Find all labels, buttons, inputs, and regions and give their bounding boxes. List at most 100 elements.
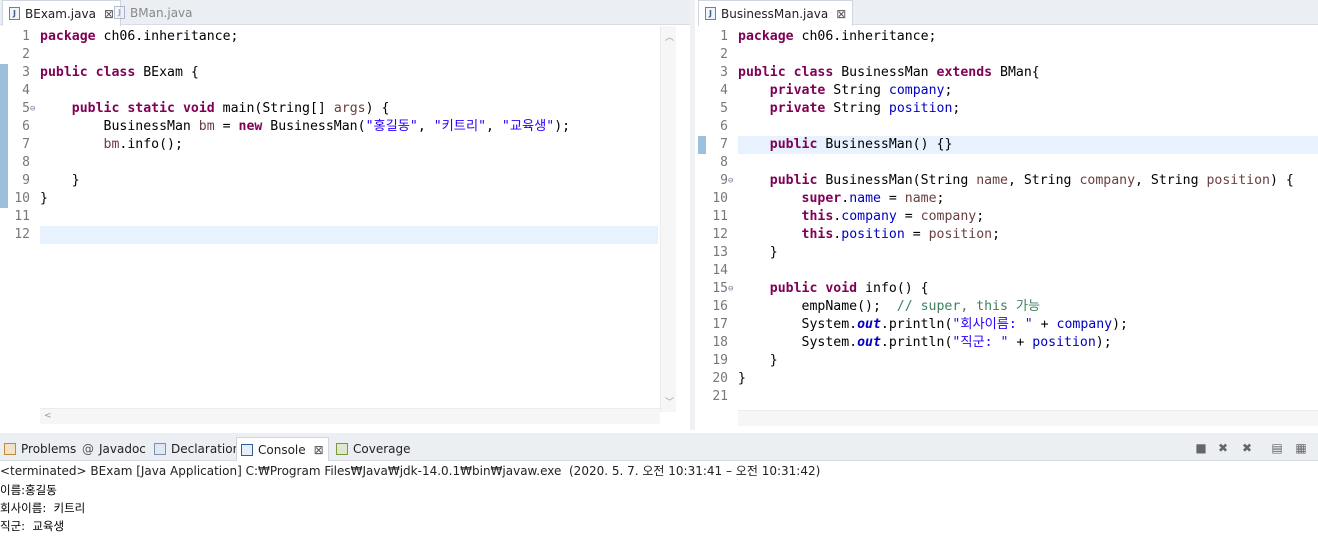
tab-javadoc[interactable]: @ Javadoc xyxy=(78,437,150,461)
code-token: = xyxy=(904,227,929,242)
scroll-left-icon[interactable]: < xyxy=(44,411,52,421)
code-line[interactable]: public void info() { xyxy=(738,280,1318,298)
code-token: bm xyxy=(198,119,215,134)
scroll-up-icon[interactable]: ︿ xyxy=(665,30,674,43)
code-token: = xyxy=(214,119,239,134)
code-line[interactable]: private String position; xyxy=(738,100,1318,118)
code-token: ) { xyxy=(365,101,390,116)
code-line[interactable]: System.out.println("직군: " + position); xyxy=(738,334,1318,352)
tab-bexam-java[interactable]: J BExam.java ⊠ xyxy=(2,0,121,26)
close-icon[interactable]: ⊠ xyxy=(836,7,846,21)
code-line[interactable] xyxy=(738,154,1318,172)
code-line[interactable] xyxy=(738,118,1318,136)
line-number: 8 xyxy=(720,155,728,170)
code-token: BusinessMan xyxy=(40,119,199,134)
code-line[interactable]: this.position = position; xyxy=(738,226,1318,244)
code-line[interactable]: System.out.println("회사이름: " + company); xyxy=(738,316,1318,334)
line-number: 15 xyxy=(712,281,728,296)
code-line[interactable]: public static void main(String[] args) { xyxy=(40,100,658,118)
line-number: 19 xyxy=(712,353,728,368)
code-line[interactable] xyxy=(738,46,1318,64)
terminate-icon[interactable]: ■ xyxy=(1194,441,1208,455)
code-line[interactable]: public BusinessMan(String name, String c… xyxy=(738,172,1318,190)
code-line[interactable] xyxy=(738,262,1318,280)
tab-coverage[interactable]: Coverage xyxy=(332,437,415,461)
code-line[interactable] xyxy=(40,154,658,172)
remove-launch-icon[interactable]: ✖ xyxy=(1216,441,1230,455)
code-line[interactable]: } xyxy=(40,190,658,208)
code-line[interactable]: BusinessMan bm = new BusinessMan("홍길동", … xyxy=(40,118,658,136)
code-token: , xyxy=(417,119,434,134)
code-line[interactable]: public class BExam { xyxy=(40,64,658,82)
code-line[interactable]: private String company; xyxy=(738,82,1318,100)
code-token: // super, this 가능 xyxy=(896,299,1041,314)
code-token: void xyxy=(825,281,858,296)
code-line[interactable]: public BusinessMan() {} xyxy=(738,136,1318,154)
code-token: BExam { xyxy=(135,65,199,80)
declaration-icon xyxy=(154,443,166,455)
remove-all-terminated-icon[interactable]: ✖ xyxy=(1240,441,1254,455)
right-horizontal-scrollbar[interactable] xyxy=(738,410,1318,426)
code-token: + xyxy=(1032,317,1057,332)
code-line[interactable]: package ch06.inheritance; xyxy=(738,28,1318,46)
tab-bman-java[interactable]: J BMan.java xyxy=(108,0,199,25)
tab-declaration[interactable]: Declaration xyxy=(150,437,244,461)
left-vertical-scrollbar[interactable]: ︿ ﹀ xyxy=(660,26,676,412)
tab-label: Console xyxy=(258,442,306,457)
fold-toggle-icon[interactable]: ⊖ xyxy=(728,280,738,298)
code-token: ; xyxy=(944,83,953,98)
terminated-status: <terminated> BExam [Java Application] C:… xyxy=(0,464,821,478)
coverage-icon xyxy=(336,443,348,455)
tab-label: Problems xyxy=(21,442,77,456)
code-line[interactable]: public class BusinessMan extends BMan{ xyxy=(738,64,1318,82)
code-line[interactable] xyxy=(40,208,658,226)
scroll-down-icon[interactable]: ﹀ xyxy=(665,395,674,408)
code-line[interactable] xyxy=(40,82,658,100)
code-token: } xyxy=(40,191,48,206)
code-line[interactable]: } xyxy=(40,172,658,190)
tab-problems[interactable]: Problems xyxy=(0,437,80,461)
code-token: position xyxy=(928,227,993,242)
line-number: 11 xyxy=(14,209,30,224)
clear-console-icon[interactable]: ▤ xyxy=(1270,441,1284,455)
editor-divider[interactable] xyxy=(690,0,695,430)
line-number: 13 xyxy=(712,245,728,260)
code-line[interactable]: } xyxy=(738,244,1318,262)
fold-toggle-icon[interactable]: ⊖ xyxy=(30,100,40,118)
code-token: this xyxy=(801,227,834,242)
code-line[interactable] xyxy=(40,226,658,244)
left-horizontal-scrollbar[interactable]: < xyxy=(40,408,660,424)
code-line[interactable] xyxy=(738,388,1318,406)
code-token: BusinessMan xyxy=(833,65,937,80)
code-token: position xyxy=(1206,173,1271,188)
code-token: } xyxy=(738,371,746,386)
fold-toggle-icon[interactable]: ⊖ xyxy=(728,172,738,190)
tab-businessman-java[interactable]: J BusinessMan.java ⊠ xyxy=(698,0,854,26)
close-icon[interactable]: ⊠ xyxy=(314,443,324,457)
code-line[interactable] xyxy=(40,46,658,64)
code-token: } xyxy=(40,173,80,188)
code-token: "교육생" xyxy=(501,119,555,134)
code-line[interactable]: } xyxy=(738,352,1318,370)
left-code-editor[interactable]: 1 package ch06.inheritance; 2 3 public class… xyxy=(0,26,690,430)
line-number: 14 xyxy=(712,263,728,278)
code-line[interactable]: super.name = name; xyxy=(738,190,1318,208)
code-line[interactable]: package ch06.inheritance; xyxy=(40,28,658,46)
line-number: 5 xyxy=(22,101,30,116)
code-token: .println( xyxy=(880,317,953,332)
scroll-lock-icon[interactable]: ▦ xyxy=(1294,441,1308,455)
code-line[interactable]: empName(); // super, this 가능 xyxy=(738,298,1318,316)
code-line[interactable]: this.company = company; xyxy=(738,208,1318,226)
tab-console[interactable]: Console ⊠ xyxy=(236,437,329,461)
problems-icon xyxy=(4,443,16,455)
code-token: new xyxy=(238,119,263,134)
code-line[interactable]: bm.info(); xyxy=(40,136,658,154)
right-code-editor[interactable]: 1 package ch06.inheritance; 2 3 public class… xyxy=(698,26,1318,430)
java-file-icon: J xyxy=(114,6,125,19)
code-token: super xyxy=(801,191,842,206)
code-line[interactable]: } xyxy=(738,370,1318,388)
line-number: 17 xyxy=(712,317,728,332)
